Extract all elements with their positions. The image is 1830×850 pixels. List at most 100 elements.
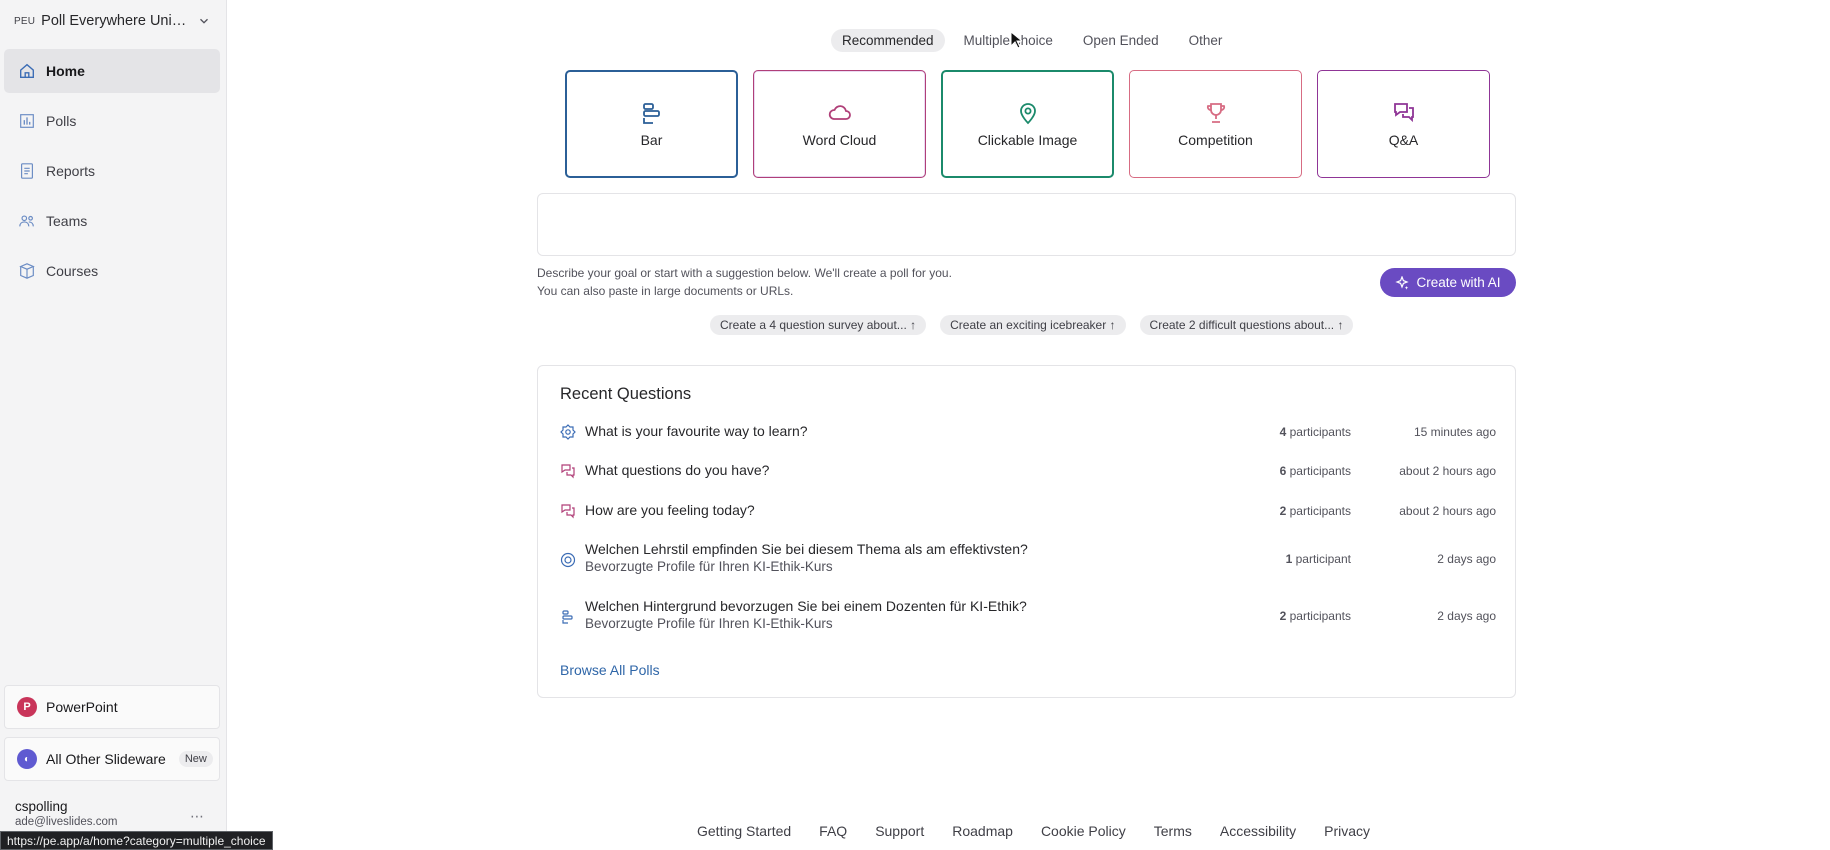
sidebar-item-label: Polls	[46, 113, 77, 129]
org-name: Poll Everywhere Unive...	[41, 13, 192, 29]
courses-icon	[19, 263, 35, 279]
question-subtitle: Bevorzugte Profile für Ihren KI-Ethik-Ku…	[585, 559, 833, 574]
tab-recommended[interactable]: Recommended	[831, 29, 945, 52]
powerpoint-icon: P	[17, 697, 37, 717]
footer-link-getting-started[interactable]: Getting Started	[697, 823, 791, 839]
poll-type-bar[interactable]: Bar	[565, 70, 738, 178]
recent-questions-title: Recent Questions	[560, 385, 692, 403]
list-item[interactable]: What questions do you have? 6 participan…	[560, 461, 1496, 481]
poll-type-word-cloud[interactable]: Word Cloud	[753, 70, 926, 178]
poll-type-qa[interactable]: Q&A	[1317, 70, 1490, 178]
powerpoint-label: PowerPoint	[46, 699, 118, 715]
question-title: What questions do you have?	[585, 462, 770, 478]
prompt-hint-line: You can also paste in large documents or…	[537, 284, 794, 298]
suggestion-chips: Create a 4 question survey about... ↑ Cr…	[710, 315, 1354, 335]
tab-other[interactable]: Other	[1178, 29, 1234, 52]
participant-count: 2 participants	[1280, 504, 1351, 518]
footer-link-support[interactable]: Support	[875, 823, 924, 839]
footer-link-accessibility[interactable]: Accessibility	[1220, 823, 1296, 839]
list-item[interactable]: Welchen Lehrstil empfinden Sie bei diese…	[560, 541, 1496, 581]
user-name: cspolling	[15, 799, 68, 814]
card-label: Clickable Image	[977, 132, 1078, 148]
sidebar-item-courses[interactable]: Courses	[4, 249, 220, 293]
trophy-icon	[1206, 103, 1225, 123]
list-item[interactable]: Welchen Hintergrund bevorzugen Sie bei e…	[560, 598, 1496, 638]
map-pin-icon	[1019, 103, 1036, 125]
participant-word: participants	[1289, 609, 1351, 623]
poll-type-competition[interactable]: Competition	[1129, 70, 1302, 178]
chat-bubbles-icon	[1393, 103, 1414, 123]
footer-link-roadmap[interactable]: Roadmap	[952, 823, 1013, 839]
suggestion-chip[interactable]: Create a 4 question survey about... ↑	[710, 315, 927, 335]
slideware-label: All Other Slideware	[46, 751, 166, 767]
browse-all-polls-link[interactable]: Browse All Polls	[560, 662, 660, 678]
sidebar-item-polls[interactable]: Polls	[4, 99, 220, 143]
report-icon	[21, 163, 33, 179]
footer-link-cookie-policy[interactable]: Cookie Policy	[1041, 823, 1126, 839]
prompt-hint: Describe your goal or start with a sugge…	[537, 264, 952, 300]
participant-word: participant	[1295, 552, 1351, 566]
participant-number: 2	[1279, 609, 1287, 623]
tab-multiple-choice[interactable]: Multiple choice	[953, 29, 1064, 52]
bar-poll-icon	[562, 610, 573, 624]
multiple-choice-icon	[560, 424, 576, 440]
list-item[interactable]: How are you feeling today? 2 participant…	[560, 501, 1496, 521]
sidebar-item-label: Reports	[46, 163, 96, 179]
question-title: Welchen Hintergrund bevorzugen Sie bei e…	[585, 598, 1027, 614]
org-abbr: PEU	[14, 15, 36, 27]
list-item[interactable]: What is your favourite way to learn? 4 p…	[560, 422, 1496, 442]
recent-questions-panel: Recent Questions What is your favourite …	[537, 365, 1516, 698]
category-tabs: Recommended Multiple choice Open Ended O…	[831, 29, 1233, 52]
sidebar-item-reports[interactable]: Reports	[4, 149, 220, 193]
qa-icon	[561, 504, 575, 519]
participant-number: 6	[1279, 464, 1287, 478]
sidebar-item-home[interactable]: Home	[4, 49, 220, 93]
org-switcher[interactable]: PEU Poll Everywhere Unive...	[14, 10, 214, 32]
sidebar-item-teams[interactable]: Teams	[4, 199, 220, 243]
ai-prompt-input[interactable]	[537, 193, 1516, 256]
participant-count: 1 participant	[1286, 552, 1351, 566]
sidebar-nav: Home Polls Reports Teams Courses	[4, 49, 220, 299]
chevron-down-icon	[200, 18, 209, 24]
create-with-ai-button[interactable]: Create with AI	[1380, 268, 1516, 297]
question-time: 15 minutes ago	[1413, 425, 1496, 439]
user-email: ade@liveslides.com	[15, 816, 118, 828]
footer-link-terms[interactable]: Terms	[1154, 823, 1192, 839]
question-time: 2 days ago	[1437, 609, 1496, 623]
teams-icon	[19, 215, 34, 227]
participant-number: 1	[1285, 552, 1293, 566]
footer-link-privacy[interactable]: Privacy	[1324, 823, 1370, 839]
new-badge: New	[178, 751, 213, 767]
slideware-icon: ◐	[17, 749, 37, 769]
user-profile[interactable]: cspolling ade@liveslides.com	[15, 799, 117, 828]
participant-count: 2 participants	[1280, 609, 1351, 623]
tab-open-ended[interactable]: Open Ended	[1072, 29, 1170, 52]
participant-count: 4 participants	[1280, 425, 1351, 439]
sidebar-item-label: Courses	[46, 263, 99, 279]
participant-word: participants	[1289, 464, 1351, 478]
suggestion-chip[interactable]: Create an exciting icebreaker ↑	[940, 315, 1126, 335]
participant-word: participants	[1289, 504, 1351, 518]
cloud-icon	[828, 105, 851, 120]
target-icon	[560, 552, 576, 568]
question-time: about 2 hours ago	[1399, 464, 1496, 478]
ai-button-label: Create with AI	[1416, 275, 1501, 290]
qa-icon	[561, 464, 575, 479]
status-bar-url: https://pe.app/a/home?category=multiple_…	[0, 831, 273, 850]
question-subtitle: Bevorzugte Profile für Ihren KI-Ethik-Ku…	[585, 616, 833, 631]
card-label: Q&A	[1388, 132, 1419, 148]
question-title: What is your favourite way to learn?	[585, 423, 808, 439]
powerpoint-integration[interactable]: P PowerPoint	[4, 685, 220, 729]
suggestion-chip[interactable]: Create 2 difficult questions about... ↑	[1139, 315, 1354, 335]
mouse-cursor-icon	[1010, 31, 1022, 49]
poll-type-clickable-image[interactable]: Clickable Image	[941, 70, 1114, 178]
question-time: about 2 hours ago	[1399, 504, 1496, 518]
more-options-icon[interactable]: ⋯	[190, 808, 205, 825]
participant-count: 6 participants	[1280, 464, 1351, 478]
slideware-integration[interactable]: ◐ All Other Slideware New	[4, 737, 220, 781]
participant-number: 4	[1279, 425, 1287, 439]
bar-chart-icon	[20, 114, 34, 128]
home-icon	[20, 63, 34, 78]
card-label: Bar	[640, 132, 663, 148]
footer-link-faq[interactable]: FAQ	[819, 823, 847, 839]
